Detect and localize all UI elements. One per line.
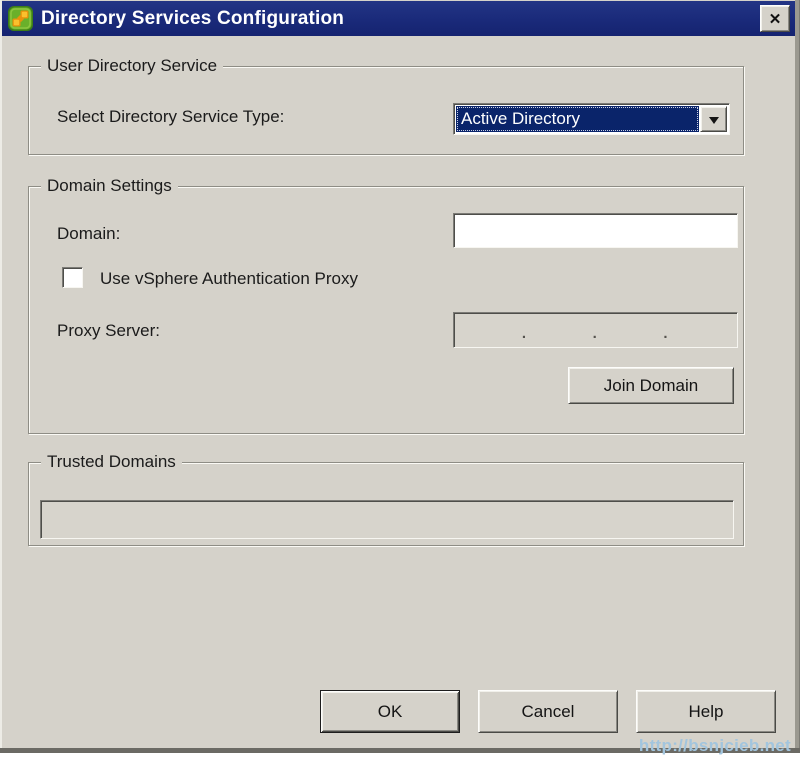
dialog-right-edge	[795, 0, 800, 753]
close-icon: ✕	[769, 10, 782, 28]
help-button-label: Help	[689, 702, 724, 722]
user-directory-service-group-title: User Directory Service	[41, 56, 223, 76]
domain-settings-group-title: Domain Settings	[41, 176, 178, 196]
watermark-url: http://bsnjcieb.net	[639, 736, 791, 756]
chevron-down-icon	[709, 117, 719, 129]
ip-octet-separator: .	[593, 325, 597, 342]
ip-octet-separator: .	[663, 325, 667, 342]
selected-option: Active Directory	[456, 106, 699, 132]
help-button[interactable]: Help	[636, 690, 776, 733]
use-vsphere-authentication-proxy-checkbox[interactable]	[62, 267, 83, 288]
directory-service-type-select[interactable]: Active Directory	[453, 103, 730, 135]
join-domain-button[interactable]: Join Domain	[568, 367, 734, 404]
ok-button[interactable]: OK	[320, 690, 460, 733]
combo-dropdown-button[interactable]	[700, 106, 727, 132]
dialog-left-edge	[0, 0, 2, 753]
domain-label: Domain:	[57, 224, 120, 244]
ok-button-label: OK	[378, 702, 403, 722]
ip-octet-separator: .	[522, 325, 526, 342]
proxy-server-label: Proxy Server:	[57, 321, 160, 341]
window-title: Directory Services Configuration	[41, 8, 344, 30]
trusted-domains-group: Trusted Domains	[28, 462, 744, 546]
titlebar: Directory Services Configuration	[2, 1, 795, 36]
directory-services-configuration-dialog: Directory Services Configuration ✕ User …	[0, 0, 800, 753]
close-button[interactable]: ✕	[760, 5, 790, 32]
use-vsphere-authentication-proxy-label: Use vSphere Authentication Proxy	[100, 269, 358, 289]
cancel-button-label: Cancel	[522, 702, 575, 722]
trusted-domains-list	[40, 500, 734, 539]
select-directory-service-type-label: Select Directory Service Type:	[57, 107, 284, 127]
vsphere-app-icon	[7, 5, 34, 32]
proxy-server-input: . . .	[453, 312, 738, 348]
domain-input[interactable]	[453, 213, 738, 248]
domain-settings-group: Domain Settings Domain: Use vSphere Auth…	[28, 186, 744, 434]
user-directory-service-group: User Directory Service Select Directory …	[28, 66, 744, 155]
trusted-domains-group-title: Trusted Domains	[41, 452, 182, 472]
cancel-button[interactable]: Cancel	[478, 690, 618, 733]
join-domain-button-label: Join Domain	[604, 376, 699, 396]
